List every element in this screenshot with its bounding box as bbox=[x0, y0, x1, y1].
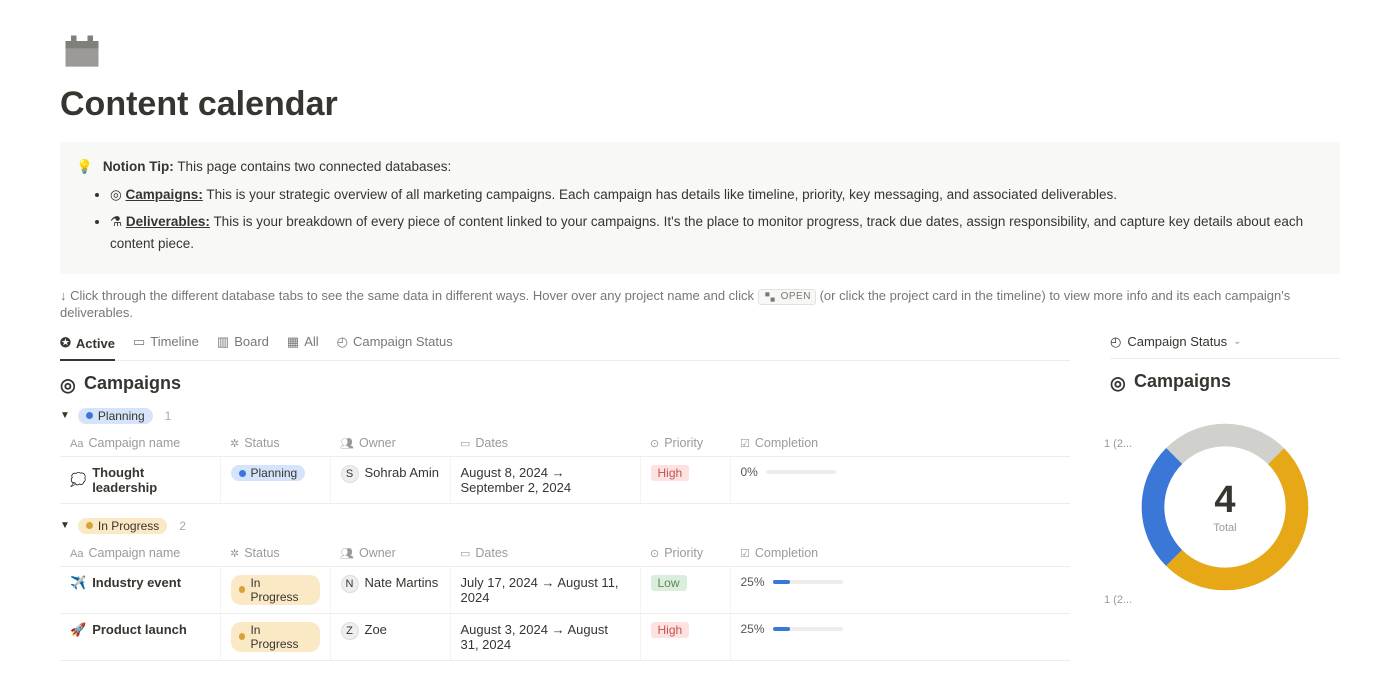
checkbox-icon: ☑︎ bbox=[740, 438, 750, 450]
priority-tag: Low bbox=[651, 575, 687, 591]
triangle-down-icon: ▼ bbox=[60, 520, 70, 531]
tip-label: Notion Tip: bbox=[103, 159, 174, 174]
avatar: S bbox=[341, 465, 359, 483]
page-title[interactable]: Content calendar bbox=[60, 85, 1340, 124]
clock-icon: ◴ bbox=[1110, 334, 1121, 350]
campaign-name: Industry event bbox=[92, 575, 181, 590]
dates-cell: July 17, 2024 → August 11, 2024 bbox=[450, 566, 640, 613]
table-row[interactable]: 💭 Thought leadership Planning S Sohrab Amin A… bbox=[60, 456, 1070, 503]
hint-text: ↓ Click through the different database t… bbox=[60, 288, 1340, 320]
tab-all[interactable]: ▦ All bbox=[287, 334, 319, 356]
owner-name: Nate Martins bbox=[365, 575, 439, 590]
star-icon: ✪ bbox=[60, 335, 71, 351]
table-row[interactable]: 🚀 Product launch In Progress Z Zoe August 3, … bbox=[60, 613, 1070, 660]
priority-tag: High bbox=[651, 622, 690, 638]
page-icon[interactable] bbox=[60, 30, 1340, 77]
flask-icon: ⚗︎ bbox=[110, 214, 122, 229]
status-pill: Planning bbox=[78, 408, 153, 424]
campaign-table: AaCampaign name✲Status👥︎Owner▭Dates⊙Prio… bbox=[60, 540, 1070, 661]
person-icon: 👥︎ bbox=[340, 548, 354, 560]
tab-timeline[interactable]: ▭ Timeline bbox=[133, 334, 199, 356]
target-icon: ◎ bbox=[60, 375, 76, 391]
status-icon: ✲ bbox=[230, 438, 239, 450]
database-title[interactable]: ◎ Campaigns bbox=[60, 373, 1070, 394]
row-emoji-icon: 🚀 bbox=[70, 622, 86, 638]
table-icon: ▦ bbox=[287, 334, 299, 350]
calendar-icon: ▭ bbox=[460, 438, 470, 450]
board-icon: ▥ bbox=[217, 334, 229, 350]
triangle-down-icon: ▼ bbox=[60, 410, 70, 421]
group-header[interactable]: ▼ Planning 1 bbox=[60, 408, 1070, 424]
status-pill: In Progress bbox=[231, 575, 320, 605]
tab-campaign-status[interactable]: ◴ Campaign Status bbox=[337, 334, 453, 356]
campaign-name: Product launch bbox=[92, 622, 187, 637]
avatar: Z bbox=[341, 622, 359, 640]
owner-name: Sohrab Amin bbox=[365, 465, 439, 480]
select-icon: ⊙ bbox=[650, 438, 659, 450]
group-count: 1 bbox=[165, 409, 172, 423]
donut-total: 4 bbox=[1214, 479, 1235, 522]
status-pill: Planning bbox=[231, 465, 306, 481]
owner-name: Zoe bbox=[365, 622, 387, 637]
target-icon: ◎ bbox=[1110, 373, 1126, 389]
completion-cell: 25% bbox=[741, 575, 1061, 589]
open-chip: OPEN bbox=[758, 289, 816, 305]
view-tabs: ✪ Active ▭ Timeline ▥ Board ▦ All ◴ Camp… bbox=[60, 330, 1070, 361]
callout-bullet: ⚗︎ Deliverables: This is your breakdown … bbox=[110, 211, 1324, 254]
text-icon: Aa bbox=[70, 438, 83, 450]
clock-icon: ◴ bbox=[337, 334, 348, 350]
group-count: 2 bbox=[179, 519, 186, 533]
callout-bullet: ◎ Campaigns: This is your strategic over… bbox=[110, 184, 1324, 206]
dates-cell: August 8, 2024 → September 2, 2024 bbox=[450, 456, 640, 503]
target-icon: ◎ bbox=[110, 187, 122, 202]
person-icon: 👥︎ bbox=[340, 438, 354, 450]
donut-segment-label: 1 (2... bbox=[1104, 594, 1132, 606]
expand-icon bbox=[763, 290, 777, 304]
checkbox-icon: ☑︎ bbox=[740, 548, 750, 560]
completion-cell: 0% bbox=[741, 465, 1061, 479]
side-view-select[interactable]: ◴ Campaign Status ⌄ bbox=[1110, 330, 1340, 359]
calendar-icon: ▭ bbox=[460, 548, 470, 560]
avatar: N bbox=[341, 575, 359, 593]
status-pill: In Progress bbox=[231, 622, 320, 652]
donut-chart[interactable]: 4 Total bbox=[1130, 412, 1320, 602]
tab-board[interactable]: ▥ Board bbox=[217, 334, 269, 356]
campaign-table: AaCampaign name✲Status👥︎Owner▭Dates⊙Prio… bbox=[60, 430, 1070, 504]
tab-active[interactable]: ✪ Active bbox=[60, 334, 115, 361]
donut-segment-label: 1 (2... bbox=[1104, 438, 1132, 450]
text-icon: Aa bbox=[70, 548, 83, 560]
chevron-down-icon: ⌄ bbox=[1233, 336, 1241, 347]
status-icon: ✲ bbox=[230, 548, 239, 560]
tip-callout: 💡 Notion Tip: This page contains two con… bbox=[60, 142, 1340, 274]
dates-cell: August 3, 2024 → August 31, 2024 bbox=[450, 613, 640, 660]
row-emoji-icon: ✈️ bbox=[70, 575, 86, 591]
timeline-icon: ▭ bbox=[133, 334, 145, 350]
completion-cell: 25% bbox=[741, 622, 1061, 636]
lightbulb-icon: 💡 bbox=[76, 156, 93, 178]
tip-intro: This page contains two connected databas… bbox=[177, 159, 451, 174]
select-icon: ⊙ bbox=[650, 548, 659, 560]
campaign-name: Thought leadership bbox=[92, 465, 209, 495]
donut-total-label: Total bbox=[1213, 522, 1236, 534]
side-database-title[interactable]: ◎ Campaigns bbox=[1110, 371, 1340, 392]
priority-tag: High bbox=[651, 465, 690, 481]
group-header[interactable]: ▼ In Progress 2 bbox=[60, 518, 1070, 534]
table-row[interactable]: ✈️ Industry event In Progress N Nate Martins… bbox=[60, 566, 1070, 613]
status-pill: In Progress bbox=[78, 518, 167, 534]
row-emoji-icon: 💭 bbox=[70, 472, 86, 488]
